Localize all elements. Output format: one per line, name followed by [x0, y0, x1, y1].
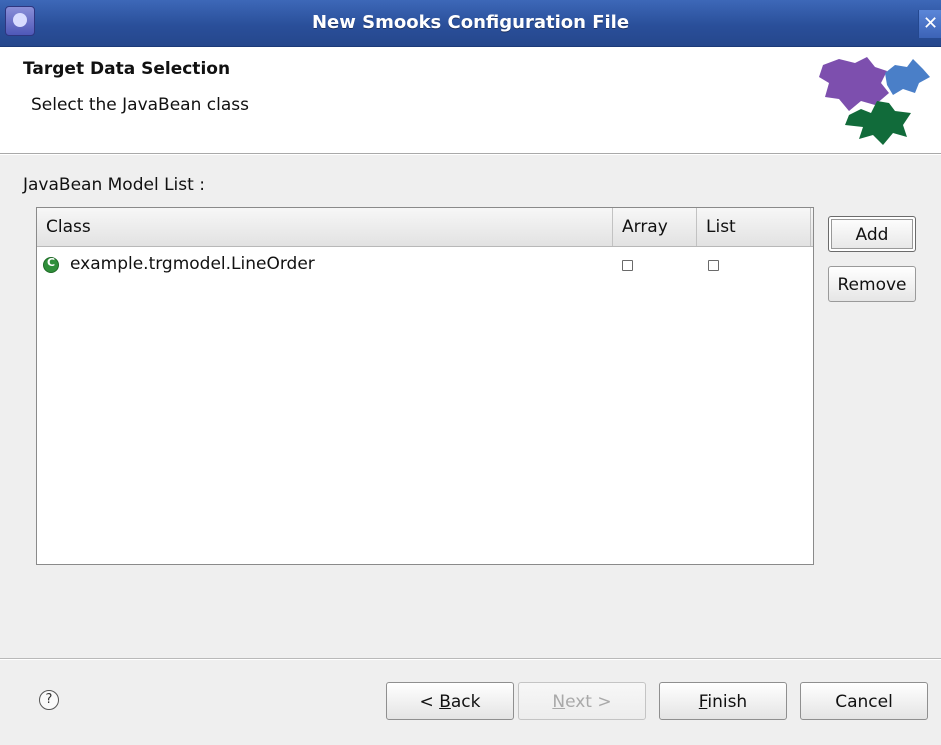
add-button[interactable]: Add [828, 216, 916, 252]
list-checkbox[interactable] [708, 260, 719, 271]
window-title: New Smooks Configuration File [311, 12, 630, 33]
page-title: Target Data Selection [23, 59, 231, 79]
title-bar: New Smooks Configuration File ✕ [0, 0, 941, 47]
back-mnemonic: B [439, 692, 451, 712]
next-mnemonic: N [552, 692, 566, 712]
close-button[interactable]: ✕ [918, 10, 941, 38]
table-row[interactable]: example.trgmodel.LineOrder [37, 248, 813, 284]
remove-button[interactable]: Remove [828, 266, 916, 302]
class-name-cell: example.trgmodel.LineOrder [70, 254, 315, 274]
table-header: Class Array List [37, 208, 813, 247]
list-label: JavaBean Model List : [23, 175, 205, 195]
footer-separator-highlight [0, 659, 941, 660]
wizard-header: Target Data Selection Select the JavaBea… [0, 47, 941, 154]
help-icon[interactable]: ? [39, 690, 59, 710]
column-header-list[interactable]: List [697, 208, 811, 246]
finish-button[interactable]: Finish [659, 682, 787, 720]
array-checkbox[interactable] [622, 260, 633, 271]
header-separator [0, 154, 941, 155]
back-label-rest: ack [450, 692, 481, 712]
page-description: Select the JavaBean class [31, 95, 249, 115]
next-label-rest: ext > [565, 692, 612, 712]
back-button[interactable]: < Back [386, 682, 514, 720]
javabean-table[interactable]: Class Array List example.trgmodel.LineOr… [36, 207, 814, 565]
next-button[interactable]: Next > [518, 682, 646, 720]
finish-label-rest: inish [707, 692, 748, 712]
back-prefix: < [419, 692, 440, 712]
column-header-class[interactable]: Class [37, 208, 613, 246]
class-icon [43, 256, 59, 273]
smooks-banner-icon [819, 57, 930, 145]
column-header-array[interactable]: Array [613, 208, 697, 246]
cancel-button[interactable]: Cancel [800, 682, 928, 720]
